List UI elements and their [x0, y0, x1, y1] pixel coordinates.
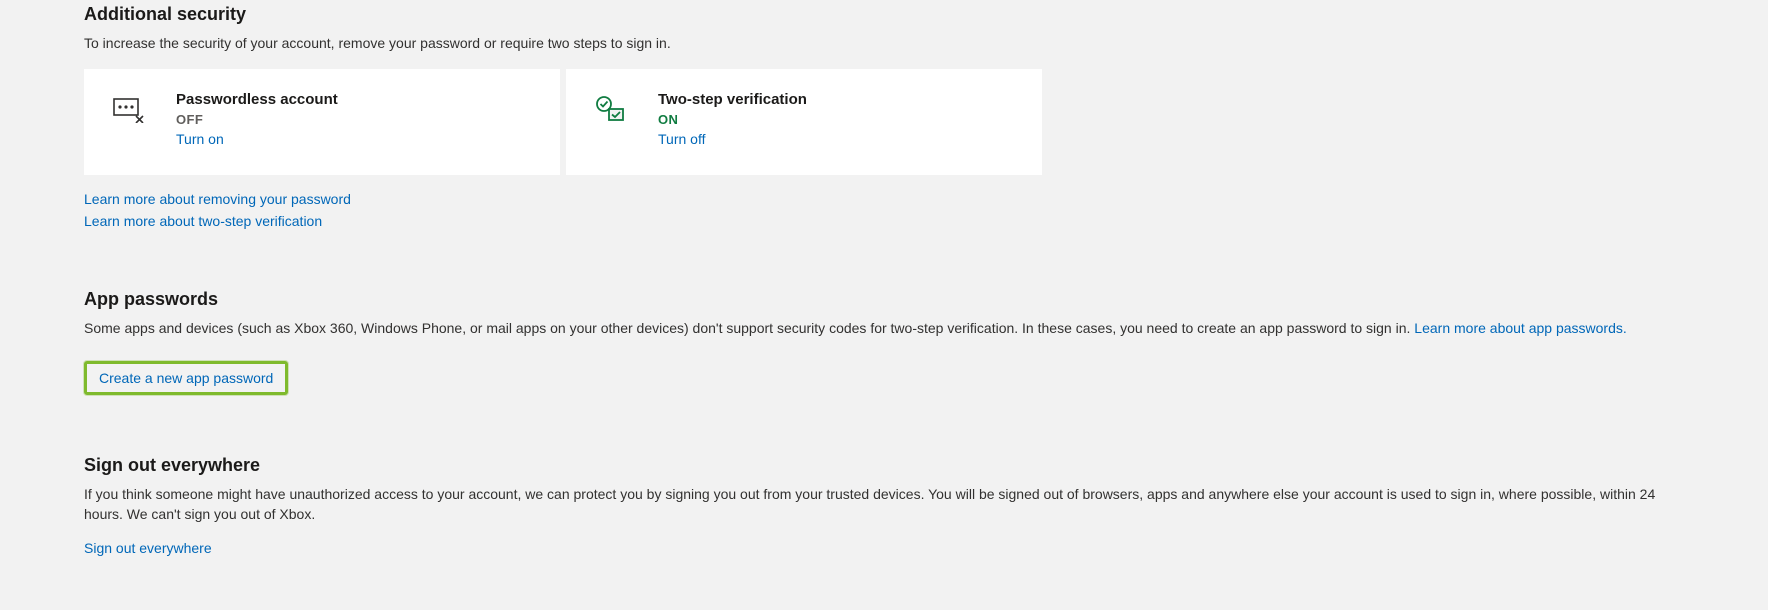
learn-remove-password-link[interactable]: Learn more about removing your password: [84, 191, 351, 207]
additional-security-subtitle: To increase the security of your account…: [84, 33, 1684, 53]
two-step-card: Two-step verification ON Turn off: [566, 69, 1042, 175]
two-step-status: ON: [658, 112, 807, 127]
passwordless-turn-on-link[interactable]: Turn on: [176, 131, 338, 147]
two-step-title: Two-step verification: [658, 91, 807, 108]
two-step-icon: [590, 95, 632, 123]
sign-out-description: If you think someone might have unauthor…: [84, 484, 1684, 525]
password-icon: [108, 95, 150, 123]
sign-out-everywhere-link[interactable]: Sign out everywhere: [84, 540, 212, 556]
additional-security-title: Additional security: [84, 4, 1684, 25]
app-passwords-description: Some apps and devices (such as Xbox 360,…: [84, 318, 1684, 338]
learn-app-passwords-link[interactable]: Learn more about app passwords.: [1414, 320, 1626, 336]
two-step-turn-off-link[interactable]: Turn off: [658, 131, 807, 147]
sign-out-section: Sign out everywhere If you think someone…: [84, 455, 1684, 557]
security-cards: Passwordless account OFF Turn on Two-s: [84, 69, 1684, 175]
additional-security-section: Additional security To increase the secu…: [84, 4, 1684, 229]
create-app-password-highlight: Create a new app password: [84, 361, 288, 395]
app-passwords-desc-text: Some apps and devices (such as Xbox 360,…: [84, 320, 1414, 336]
passwordless-status: OFF: [176, 112, 338, 127]
learn-two-step-link[interactable]: Learn more about two-step verification: [84, 213, 322, 229]
create-app-password-link[interactable]: Create a new app password: [99, 370, 273, 386]
app-passwords-title: App passwords: [84, 289, 1684, 310]
sign-out-title: Sign out everywhere: [84, 455, 1684, 476]
passwordless-title: Passwordless account: [176, 91, 338, 108]
app-passwords-section: App passwords Some apps and devices (suc…: [84, 289, 1684, 394]
passwordless-card: Passwordless account OFF Turn on: [84, 69, 560, 175]
